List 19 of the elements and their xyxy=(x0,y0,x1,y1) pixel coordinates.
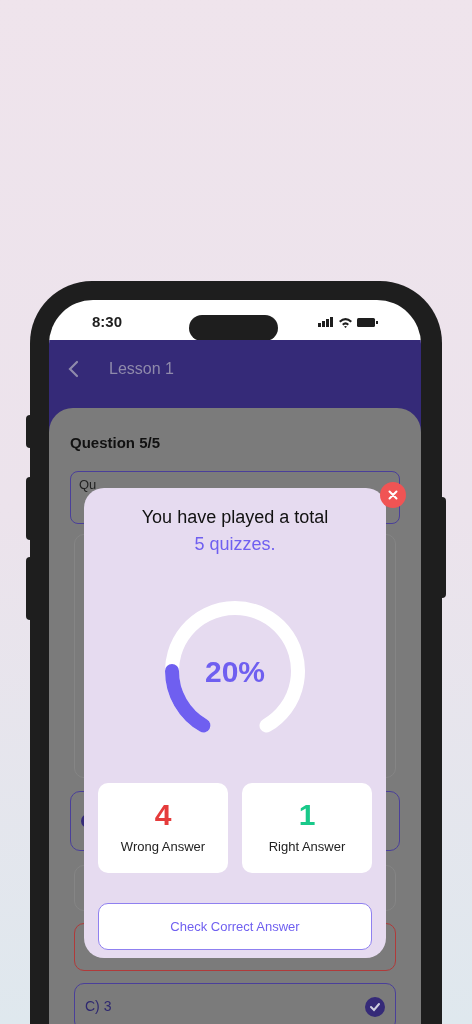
close-icon xyxy=(388,490,398,500)
quiz-count: 5 quizzes. xyxy=(194,533,276,555)
option-text: C) 3 xyxy=(85,997,112,1016)
check-answer-button[interactable]: Check Correct Answer xyxy=(98,903,372,950)
wifi-icon xyxy=(338,316,353,328)
dialog-title: You have played a total xyxy=(141,506,329,528)
stat-value: 4 xyxy=(154,799,172,832)
question-title: Question 5/5 xyxy=(70,433,162,453)
check-icon xyxy=(365,996,385,1017)
stat-value: 1 xyxy=(298,799,316,832)
status-time: 8:30 xyxy=(92,311,123,332)
back-icon[interactable] xyxy=(67,360,79,378)
stat-label: Wrong Answer xyxy=(120,838,206,857)
signal-icon xyxy=(318,317,334,327)
answer-option[interactable]: C) 3 xyxy=(74,982,396,1024)
stat-label: Right Answer xyxy=(268,838,346,857)
battery-icon xyxy=(357,317,378,327)
header-title: Lesson 1 xyxy=(109,359,174,379)
score-percent: 20% xyxy=(204,653,265,690)
